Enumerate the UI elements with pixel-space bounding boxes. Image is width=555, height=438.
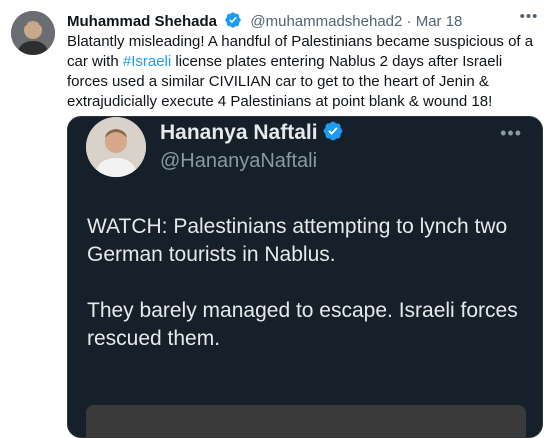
quoted-paragraph-2: They barely managed to escape. Israeli f…	[87, 299, 518, 350]
quoted-author-name[interactable]: Hananya Naftali	[160, 119, 344, 150]
quoted-verified-badge-icon	[322, 120, 344, 150]
more-horizontal-icon[interactable]: •••	[519, 8, 539, 28]
quoted-avatar[interactable]	[86, 117, 146, 177]
quoted-media-thumbnail[interactable]	[86, 405, 526, 437]
quoted-author-handle[interactable]: @HananyaNaftali	[160, 148, 317, 174]
tweet[interactable]: Muhammad Shehada @muhammadshehad2 · Mar …	[0, 0, 555, 438]
separator-dot: ·	[406, 13, 412, 30]
quoted-author-name-text[interactable]: Hananya Naftali	[160, 121, 318, 144]
author-handle[interactable]: @muhammadshehad2	[250, 13, 402, 30]
tweet-header: Muhammad Shehada @muhammadshehad2 · Mar …	[67, 11, 539, 31]
quoted-more-horizontal-icon[interactable]: •••	[500, 123, 522, 144]
quoted-tweet-text: WATCH: Palestinians attempting to lynch …	[87, 213, 527, 381]
tweet-date[interactable]: Mar 18	[416, 13, 463, 30]
avatar[interactable]	[11, 11, 55, 55]
quoted-tweet-card[interactable]: Hananya Naftali @HananyaNaftali ••• WATC…	[67, 116, 543, 438]
quoted-paragraph-1: WATCH: Palestinians attempting to lynch …	[87, 215, 508, 266]
author-name[interactable]: Muhammad Shehada	[67, 13, 217, 30]
hashtag-link[interactable]: #Israeli	[123, 53, 171, 70]
quoted-avatar-image	[86, 117, 146, 177]
tweet-text: Blatantly misleading! A handful of Pales…	[67, 32, 539, 112]
avatar-image	[11, 11, 55, 55]
